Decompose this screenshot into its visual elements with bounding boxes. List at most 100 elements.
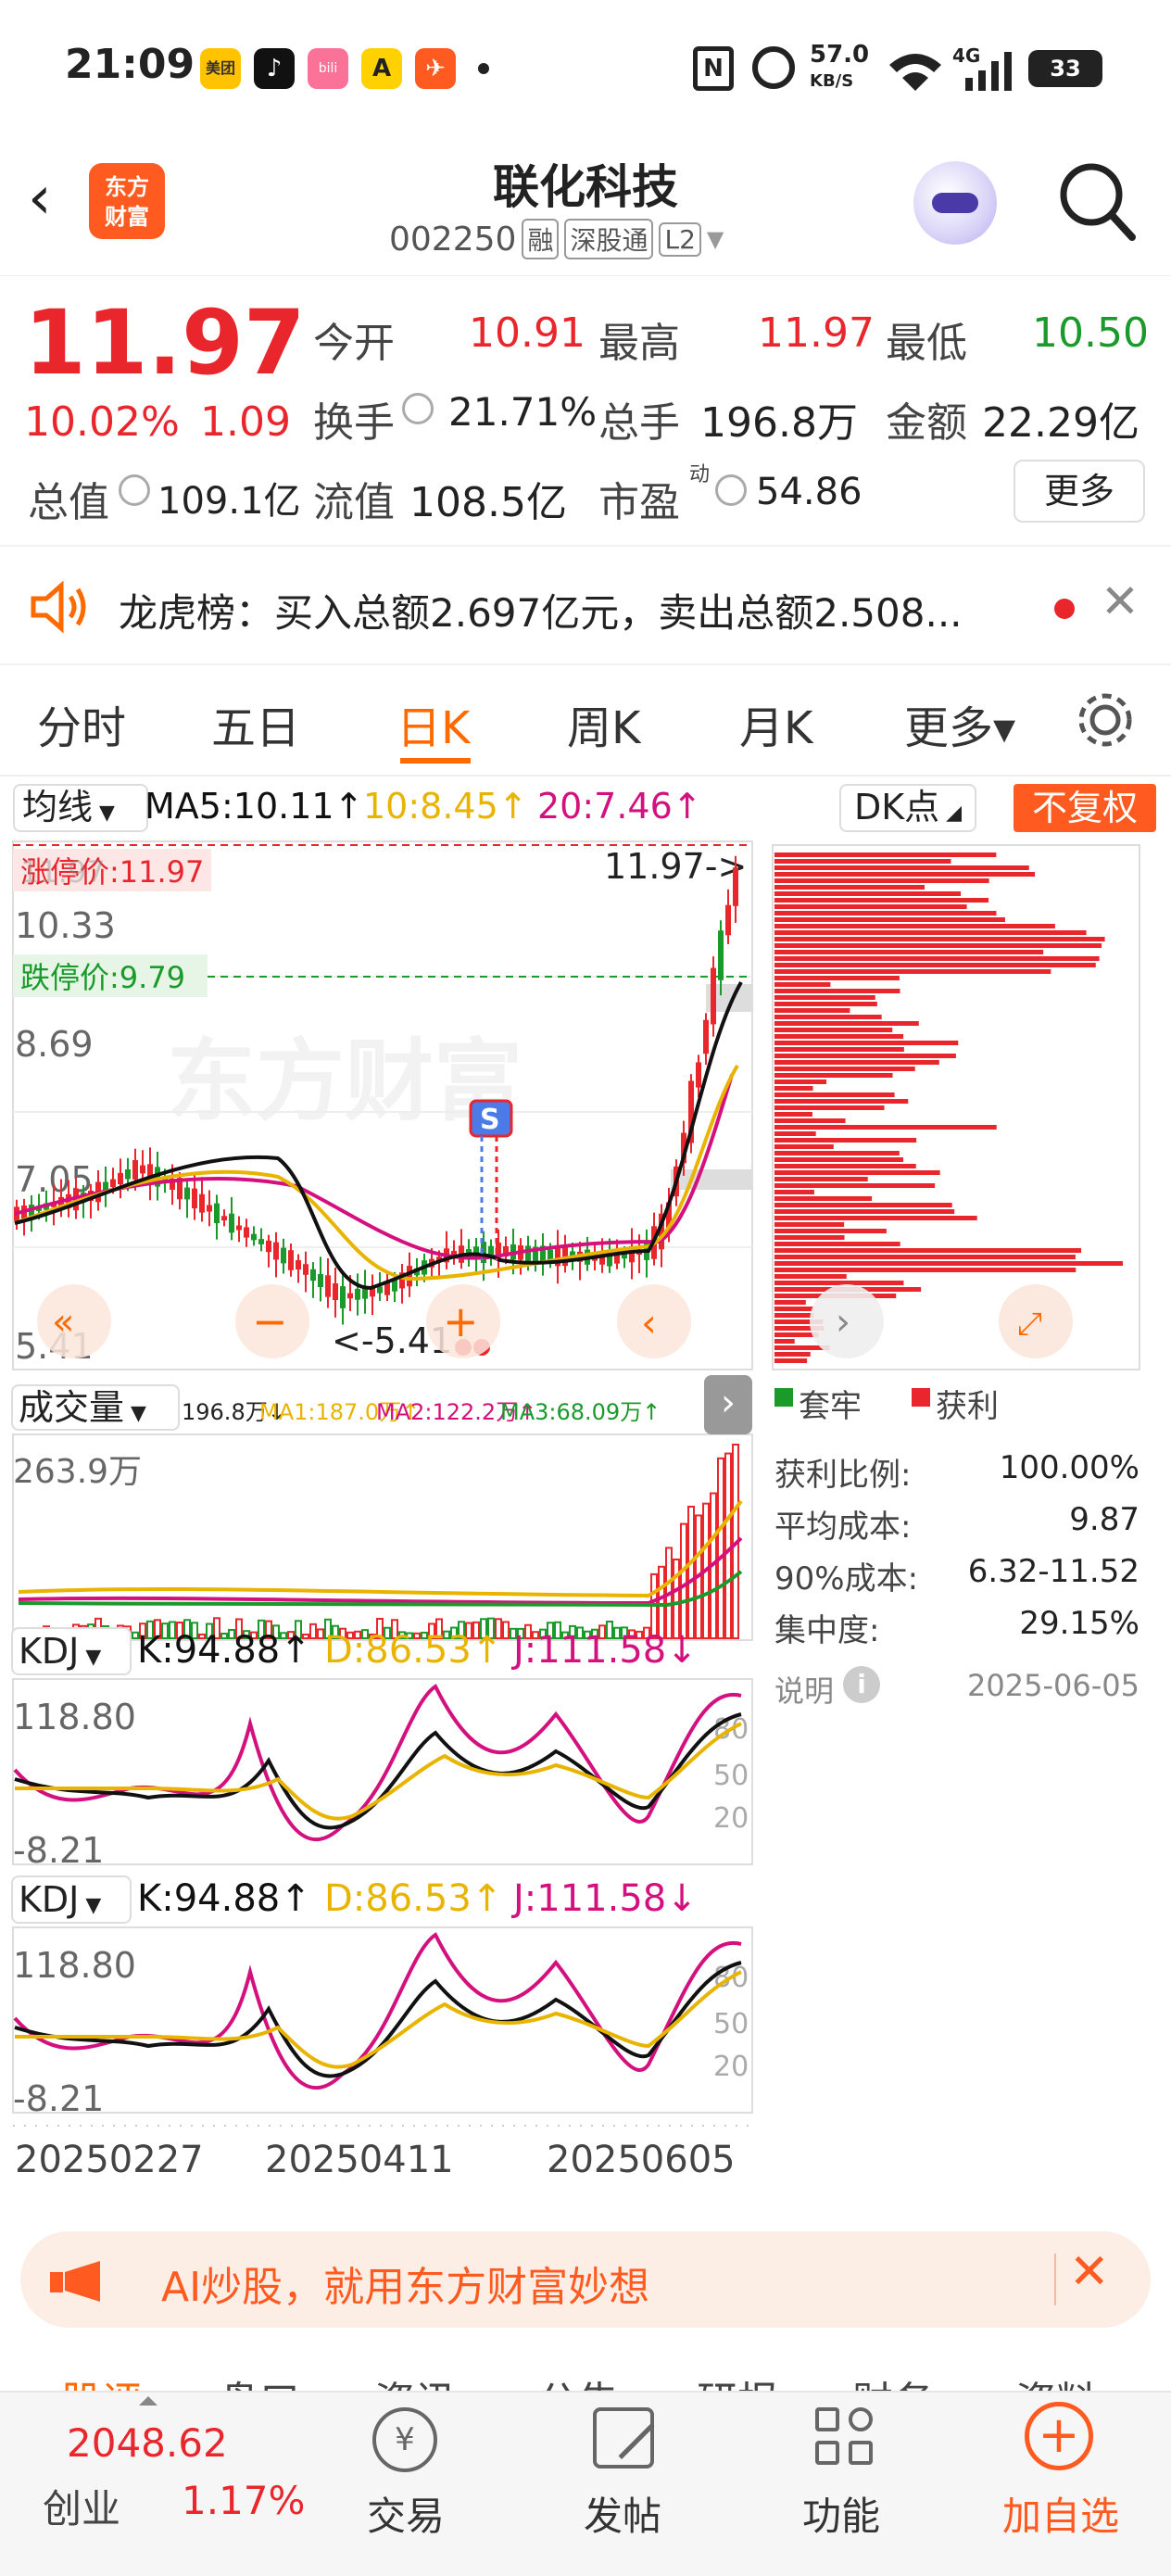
date-label: 20250227 xyxy=(15,2139,204,2181)
function-label[interactable]: 功能 xyxy=(802,2485,880,2542)
tab-comment[interactable]: 股评 xyxy=(61,2368,143,2391)
chip-bar xyxy=(774,1177,868,1181)
settings-gear-icon[interactable] xyxy=(1075,689,1136,751)
chip-bar xyxy=(774,1339,795,1344)
tab-intraday[interactable]: 分时 xyxy=(37,691,126,756)
caret-up-icon xyxy=(139,2396,157,2406)
limit-down-label: 跌停价:9.79 xyxy=(20,960,185,995)
chip-row-value: 100.00% xyxy=(999,1449,1140,1486)
dk-point-select[interactable]: DK点 ◢ xyxy=(839,784,976,832)
trade-label[interactable]: 交易 xyxy=(367,2485,445,2542)
chip-row-label: 平均成本: xyxy=(774,1509,912,1546)
candle-body xyxy=(718,930,724,980)
post-icon[interactable] xyxy=(593,2407,655,2469)
volume-bar xyxy=(317,1628,324,1640)
signal-icon xyxy=(965,52,1012,91)
candle-body xyxy=(288,1250,294,1270)
tab-five-day[interactable]: 五日 xyxy=(211,691,300,756)
kdj2-select[interactable]: KDJ ▼ xyxy=(11,1875,132,1924)
chip-bar xyxy=(774,1002,877,1006)
volume-bar xyxy=(724,1452,732,1640)
chip-bar xyxy=(774,930,1087,935)
info-icon[interactable]: i xyxy=(843,1666,880,1703)
more-dot-icon xyxy=(478,63,489,74)
high-label: 最高 xyxy=(598,320,680,367)
info-icon[interactable] xyxy=(402,393,434,424)
candle-body xyxy=(207,1205,212,1212)
amount-label: 金额 xyxy=(886,399,967,447)
volume-bar xyxy=(309,1623,317,1639)
index-name[interactable]: 创业 xyxy=(43,2478,120,2534)
volume-indicator-select[interactable]: 成交量 ▼ xyxy=(11,1384,180,1431)
left-arrow-icon: ‹ xyxy=(641,1300,657,1345)
tab-announce[interactable]: 公告 xyxy=(537,2368,619,2391)
kdj1-y-min: -8.21 xyxy=(13,1830,104,1871)
open-value: 10.91 xyxy=(469,309,586,357)
chip-bar xyxy=(774,1118,846,1123)
chip-bar xyxy=(774,1190,814,1194)
info-icon[interactable] xyxy=(715,474,747,506)
close-icon[interactable]: ✕ xyxy=(1069,2244,1110,2300)
candle-body xyxy=(140,1165,145,1174)
trade-icon[interactable]: ¥ xyxy=(372,2407,437,2472)
notice-bar[interactable]: 龙虎榜：买入总额2.697亿元，卖出总额2.508... ✕ xyxy=(0,545,1171,665)
ma10-label: 10:8.45↑ xyxy=(363,786,528,827)
close-icon[interactable]: ✕ xyxy=(1101,575,1140,628)
candle-body xyxy=(340,1286,346,1308)
candle-body xyxy=(407,1266,412,1287)
post-label[interactable]: 发帖 xyxy=(584,2485,661,2542)
chip-bar xyxy=(774,1054,956,1058)
speaker-icon xyxy=(31,580,86,634)
chip-bar xyxy=(774,1281,904,1285)
tab-research[interactable]: 研报 xyxy=(697,2368,778,2391)
price-change: 1.09 xyxy=(200,398,291,446)
tab-orderbook[interactable]: 盘口 xyxy=(219,2368,300,2391)
watermark: 东方财富 xyxy=(167,1029,523,1133)
chip-bar xyxy=(774,1235,845,1240)
tab-monthly-k[interactable]: 月K xyxy=(739,691,812,756)
margin-tag: 融 xyxy=(522,219,560,259)
nfc-icon: N xyxy=(693,46,734,91)
add-watchlist-icon[interactable]: + xyxy=(1025,2402,1093,2470)
chip-bar xyxy=(774,950,1044,954)
bottom-bar: 2048.62 创业 1.17% ¥ 交易 发帖 功能 + 加自选 xyxy=(0,2391,1171,2576)
volume-bar xyxy=(502,1621,510,1639)
tab-daily-k[interactable]: 日K xyxy=(397,691,470,756)
tab-weekly-k[interactable]: 周K xyxy=(567,691,640,756)
indicator-select[interactable]: 均线 ▼ xyxy=(13,784,148,832)
no-adjust-button[interactable]: 不复权 xyxy=(1014,784,1156,832)
kdj1-select[interactable]: KDJ ▼ xyxy=(11,1627,132,1675)
add-watchlist-label[interactable]: 加自选 xyxy=(1002,2485,1119,2542)
more-button[interactable]: 更多 xyxy=(1014,460,1145,523)
ai-banner[interactable]: AI炒股，就用东方财富妙想 ✕ xyxy=(20,2231,1151,2328)
candle-body xyxy=(258,1239,264,1244)
stock-code-line[interactable]: 002250 融 深股通 L2 ▼ xyxy=(389,219,724,259)
volume-bar xyxy=(658,1565,665,1640)
tab-news[interactable]: 资讯 xyxy=(374,2368,456,2391)
chip-date: 2025-06-05 xyxy=(967,1668,1140,1703)
kdj2-k-label: K:94.88↑ xyxy=(137,1877,311,1920)
candle-body xyxy=(118,1172,123,1185)
unread-dot xyxy=(1054,599,1075,619)
index-value[interactable]: 2048.62 xyxy=(67,2420,228,2466)
explain-link[interactable]: 说明 xyxy=(774,1668,834,1711)
tab-finance[interactable]: 财务 xyxy=(852,2368,934,2391)
chip-bar xyxy=(774,885,925,890)
tab-profile[interactable]: 资料 xyxy=(1015,2368,1097,2391)
tab-more[interactable]: 更多▾ xyxy=(904,691,1015,756)
right-arrow-icon: › xyxy=(836,1301,850,1344)
kdj2-y-max: 118.80 xyxy=(13,1945,136,1986)
dropdown-caret-icon: ▼ xyxy=(706,226,724,252)
function-grid-icon[interactable] xyxy=(815,2407,875,2467)
chip-bar xyxy=(774,1352,811,1357)
robot-assistant-icon[interactable] xyxy=(913,161,997,245)
chip-row-value: 29.15% xyxy=(1019,1605,1140,1642)
search-icon[interactable] xyxy=(1058,161,1136,243)
candle-body xyxy=(229,1213,234,1233)
stock-header: ‹ 东方 财富 联化科技 002250 融 深股通 L2 ▼ xyxy=(0,139,1171,276)
chip-bar xyxy=(774,1151,900,1155)
volume-label: 总手 xyxy=(598,399,680,447)
info-icon[interactable] xyxy=(119,474,150,506)
candle-body xyxy=(696,1062,701,1088)
expand-panel-button[interactable]: › xyxy=(704,1375,752,1434)
